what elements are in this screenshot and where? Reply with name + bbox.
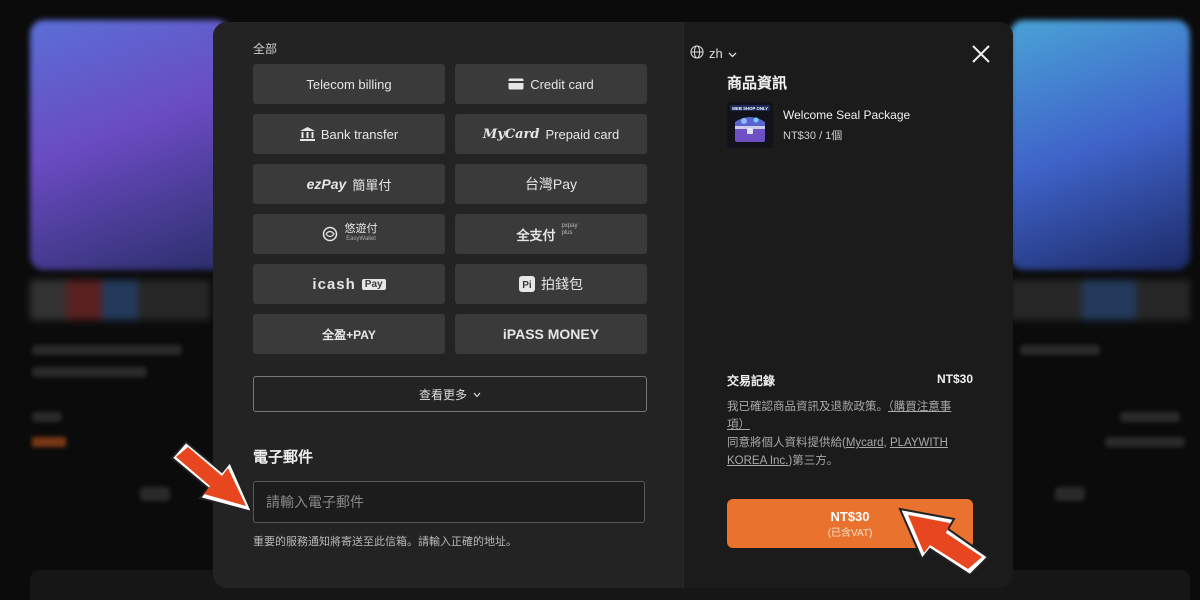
pi-wallet-icon: Pi	[519, 276, 535, 292]
checkout-vat-note: (已含VAT)	[827, 527, 873, 539]
pay-method-label: Telecom billing	[306, 76, 392, 92]
ipass-money-icon: iPASS MONEY	[502, 326, 600, 342]
pay-pxpay-button[interactable]: 全支付 pxpay plus	[455, 214, 647, 254]
easywallet-text: 悠遊付 EasyWallet	[345, 224, 378, 244]
globe-icon	[690, 45, 704, 62]
bg-product-card-right	[1010, 20, 1190, 270]
plus-pay-icon: 全盈+PAY	[322, 327, 376, 342]
pay-method-sub: EasyWallet	[346, 236, 376, 242]
transaction-amount: NT$30	[937, 372, 974, 386]
pay-credit-card-button[interactable]: Credit card	[455, 64, 647, 104]
chevron-down-icon	[728, 46, 737, 61]
pay-bank-transfer-button[interactable]: Bank transfer	[253, 114, 445, 154]
bg-product-card-left	[30, 20, 230, 270]
bg-text-line	[32, 345, 182, 355]
mycard-logo-icon: MyCard	[482, 126, 540, 142]
close-icon[interactable]	[970, 43, 992, 65]
bg-text-line	[32, 412, 62, 422]
annotation-arrow-checkout	[898, 507, 990, 575]
email-note: 重要的服務通知將寄送至此信箱。請輸入正確的地址。	[253, 536, 517, 548]
pay-method-label: 悠遊付	[344, 223, 378, 235]
product-info-title: 商品資訊	[727, 75, 788, 92]
chevron-down-icon	[473, 387, 481, 401]
pxpay-icon: pxpay plus	[561, 223, 578, 236]
pay-pi-wallet-button[interactable]: Pi 拍錢包	[455, 264, 647, 304]
pay-method-label: Bank transfer	[320, 126, 399, 142]
pay-method-label: Prepaid card	[545, 126, 620, 142]
pay-plus-pay-button[interactable]: 全盈+PAY	[253, 314, 445, 354]
annotation-arrow-email	[170, 440, 254, 514]
terms-line-1: 我已確認商品資訊及退款政策。	[727, 401, 888, 413]
bg-text-line	[1105, 437, 1185, 447]
pay-method-label: 全支付	[516, 227, 556, 243]
easywallet-icon	[321, 226, 339, 242]
bg-text-line	[32, 367, 147, 377]
email-input[interactable]	[253, 481, 645, 523]
pay-telecom-billing-button[interactable]: Telecom billing	[253, 64, 445, 104]
icash-logo-icon: icash	[312, 275, 356, 293]
language-code: zh	[709, 46, 723, 61]
bg-badge	[32, 437, 66, 447]
pay-ipass-money-button[interactable]: iPASS MONEY	[455, 314, 647, 354]
icash-pay-badge: Pay	[361, 278, 386, 290]
checkout-amount: NT$30	[830, 508, 870, 524]
svg-text:Pi: Pi	[522, 280, 532, 291]
view-more-button[interactable]: 查看更多	[253, 376, 647, 412]
bg-thumbnail-strip-left	[30, 280, 210, 320]
transaction-label: 交易記錄	[727, 374, 776, 388]
product-price: NT$30 / 1個	[783, 130, 843, 142]
terms-text: 我已確認商品資訊及退款政策。（購買注意事項） 同意將個人資料提供給(Mycard…	[727, 398, 972, 470]
bg-thumbnail-strip-right	[1010, 280, 1190, 320]
mycard-link[interactable]: Mycard	[846, 437, 884, 449]
credit-card-icon	[508, 78, 524, 90]
product-name: Welcome Seal Package	[783, 108, 911, 122]
language-selector[interactable]: zh	[690, 45, 737, 62]
thumb-badge-text: WEB SHOP ONLY	[732, 106, 768, 111]
view-more-label: 查看更多	[418, 387, 467, 402]
pay-mycard-prepaid-button[interactable]: MyCard Prepaid card	[455, 114, 647, 154]
category-label: 全部	[253, 42, 278, 56]
product-thumbnail: WEB SHOP ONLY	[727, 102, 773, 148]
bg-text-line	[1120, 412, 1180, 422]
payment-method-panel: 全部 Telecom billing Credit card Bank tran…	[213, 22, 683, 588]
pay-method-label: Credit card	[530, 76, 594, 92]
bank-icon	[299, 127, 315, 141]
pay-method-label: 簡單付	[352, 177, 392, 193]
pay-icash-button[interactable]: icash Pay	[253, 264, 445, 304]
pay-ezpay-button[interactable]: ezPay 簡單付	[253, 164, 445, 204]
pay-method-label: 拍錢包	[541, 276, 583, 292]
ezpay-logo-icon: ezPay	[306, 176, 347, 192]
bg-text-line	[1020, 345, 1100, 355]
payment-method-grid: Telecom billing Credit card Bank transfe…	[253, 64, 647, 354]
pay-taiwan-pay-button[interactable]: 台灣Pay	[455, 164, 647, 204]
pay-easywallet-button[interactable]: 悠遊付 EasyWallet	[253, 214, 445, 254]
pay-method-label: 台灣Pay	[524, 176, 578, 192]
bg-button	[1055, 487, 1085, 501]
terms-line-2-post: )第三方。	[788, 455, 839, 467]
terms-line-2-pre: 同意將個人資料提供給(	[727, 437, 846, 449]
